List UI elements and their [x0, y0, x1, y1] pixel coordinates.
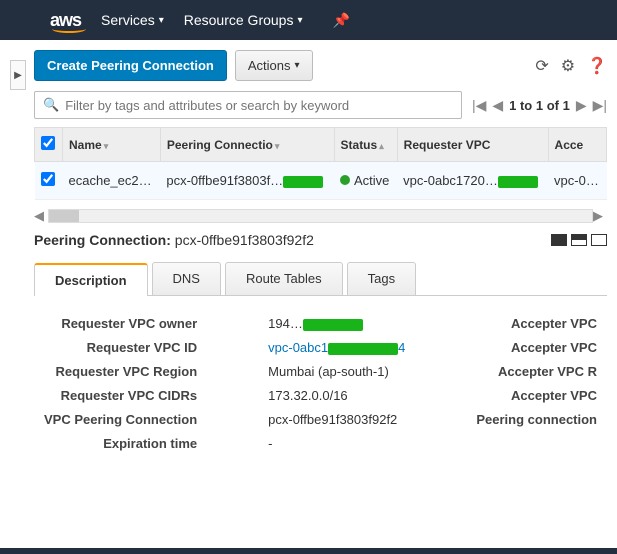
- label-req-owner: Requester VPC owner: [44, 312, 197, 336]
- search-input[interactable]: [65, 98, 453, 113]
- chevron-down-icon: ▾: [295, 60, 300, 71]
- table-row[interactable]: ecache_ec2… pcx-0ffbe91f3803f… Active vp…: [35, 162, 607, 200]
- view-mode-1[interactable]: [551, 234, 567, 246]
- panel-expand-toggle[interactable]: ▶: [10, 60, 26, 90]
- label-req-id: Requester VPC ID: [44, 336, 197, 360]
- tab-description[interactable]: Description: [34, 263, 148, 296]
- label-exp: Expiration time: [44, 432, 197, 456]
- label-acc-owner: Accepter VPC: [476, 312, 597, 336]
- horizontal-scrollbar[interactable]: ◀ ▶: [34, 208, 607, 224]
- chevron-down-icon: ▾: [297, 15, 302, 26]
- refresh-icon[interactable]: ⟳: [535, 56, 548, 76]
- col-accepter[interactable]: Acce: [548, 128, 606, 162]
- cell-requester: vpc-0abc1720…: [397, 162, 548, 200]
- row-checkbox[interactable]: [41, 172, 55, 186]
- create-peering-button[interactable]: Create Peering Connection: [34, 50, 227, 81]
- tab-dns[interactable]: DNS: [152, 262, 221, 295]
- col-status[interactable]: Status▴: [334, 128, 397, 162]
- scroll-right-icon[interactable]: ▶: [593, 208, 607, 224]
- label-req-region: Requester VPC Region: [44, 360, 197, 384]
- value-req-owner: 194…: [268, 312, 405, 336]
- aws-logo[interactable]: aws: [50, 10, 81, 31]
- search-icon: 🔍: [43, 97, 59, 113]
- page-first-icon[interactable]: |◀: [472, 97, 486, 114]
- tab-tags[interactable]: Tags: [347, 262, 416, 295]
- tab-route-tables[interactable]: Route Tables: [225, 262, 343, 295]
- page-prev-icon[interactable]: ◀: [492, 97, 503, 114]
- value-req-id[interactable]: vpc-0abc14: [268, 336, 405, 360]
- chevron-down-icon: ▾: [159, 15, 164, 26]
- cell-accepter: vpc-0…: [548, 162, 606, 200]
- search-box[interactable]: 🔍: [34, 91, 462, 119]
- scroll-left-icon[interactable]: ◀: [34, 208, 48, 224]
- pin-icon[interactable]: 📌: [333, 12, 350, 29]
- cell-peering: pcx-0ffbe91f3803f…: [160, 162, 334, 200]
- label-conn: VPC Peering Connection: [44, 408, 197, 432]
- gear-icon[interactable]: ⚙: [561, 56, 575, 76]
- view-mode-3[interactable]: [591, 234, 607, 246]
- label-acc-region: Accepter VPC R: [476, 360, 597, 384]
- page-info: 1 to 1 of 1: [509, 98, 570, 113]
- col-name[interactable]: Name▾: [63, 128, 161, 162]
- value-req-cidrs: 173.32.0.0/16: [268, 384, 405, 408]
- status-active-icon: [340, 175, 350, 185]
- top-nav-bar: aws Services▾ Resource Groups▾ 📌: [0, 0, 617, 40]
- label-peering-conn: Peering connection: [476, 408, 597, 432]
- col-peering[interactable]: Peering Connectio▾: [160, 128, 334, 162]
- peering-table: Name▾ Peering Connectio▾ Status▴ Request…: [34, 127, 607, 200]
- cell-status: Active: [334, 162, 397, 200]
- value-exp: -: [268, 432, 405, 456]
- label-req-cidrs: Requester VPC CIDRs: [44, 384, 197, 408]
- detail-title: Peering Connection: pcx-0ffbe91f3803f92f…: [34, 232, 314, 248]
- resource-groups-menu[interactable]: Resource Groups▾: [184, 12, 303, 28]
- actions-button[interactable]: Actions▾: [235, 50, 313, 81]
- cell-name: ecache_ec2…: [63, 162, 161, 200]
- label-acc-id: Accepter VPC: [476, 336, 597, 360]
- label-acc-cidrs: Accepter VPC: [476, 384, 597, 408]
- view-mode-2[interactable]: [571, 234, 587, 246]
- page-next-icon[interactable]: ▶: [576, 97, 587, 114]
- pager: |◀ ◀ 1 to 1 of 1 ▶ ▶|: [472, 97, 607, 114]
- page-last-icon[interactable]: ▶|: [593, 97, 607, 114]
- select-all-checkbox[interactable]: [41, 136, 55, 150]
- description-panel: Requester VPC owner Requester VPC ID Req…: [34, 296, 607, 472]
- value-req-region: Mumbai (ap-south-1): [268, 360, 405, 384]
- help-icon[interactable]: ❓: [587, 56, 607, 76]
- footer-edge: [0, 548, 617, 554]
- col-requester[interactable]: Requester VPC: [397, 128, 548, 162]
- value-conn: pcx-0ffbe91f3803f92f2: [268, 408, 405, 432]
- services-menu[interactable]: Services▾: [101, 12, 164, 28]
